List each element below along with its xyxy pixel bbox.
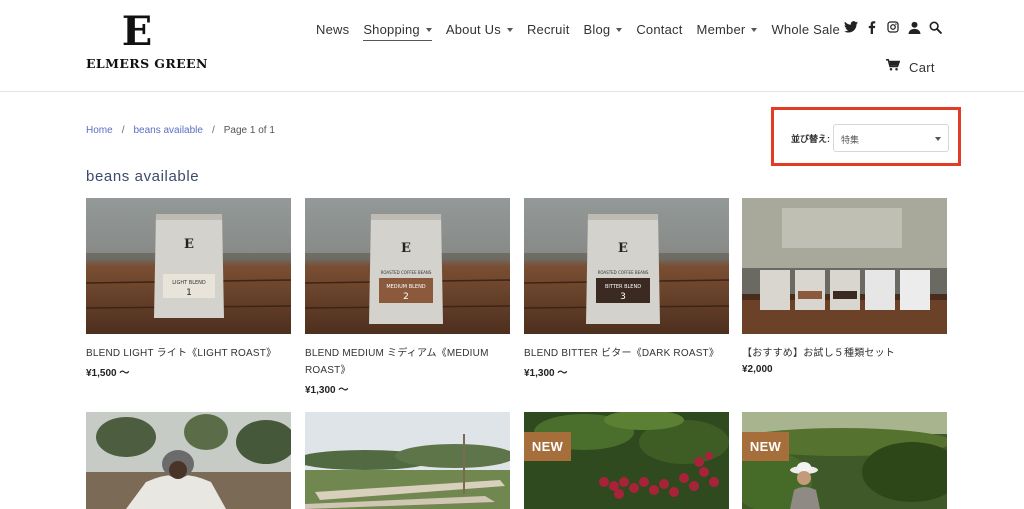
nav-item-shopping[interactable]: Shopping: [363, 18, 432, 41]
product-image[interactable]: [86, 412, 291, 509]
nav-label: News: [316, 21, 350, 37]
product-card: E ROASTED COFFEE BEANS BITTER BLEND 3 BL…: [524, 198, 729, 379]
nav-item-recruit[interactable]: Recruit: [527, 22, 570, 37]
svg-text:E: E: [184, 237, 194, 252]
svg-text:E: E: [618, 241, 628, 256]
product-card: NEW: [524, 412, 729, 509]
nav-item-about-us[interactable]: About Us: [446, 22, 513, 37]
svg-text:2: 2: [403, 292, 409, 302]
sort-highlight: 並び替え: 特集: [771, 107, 961, 166]
cart-label: Cart: [909, 59, 935, 75]
sort-value: 特集: [841, 135, 860, 145]
cart-icon: [886, 58, 901, 76]
collection-title: beans available: [86, 168, 200, 185]
chevron-down-icon: [506, 27, 513, 32]
cart-link[interactable]: Cart: [886, 58, 935, 76]
product-price: ¥1,300 ～: [524, 368, 568, 379]
chevron-down-icon: [616, 27, 623, 32]
product-card: [86, 412, 291, 509]
product-image[interactable]: NEW: [524, 412, 729, 509]
svg-text:ROASTED COFFEE BEANS: ROASTED COFFEE BEANS: [598, 270, 649, 275]
nav-label: Whole Sale: [771, 21, 840, 37]
logo-text: ELMERS GREEN: [86, 56, 208, 71]
nav-label: Shopping: [363, 21, 420, 37]
svg-text:E: E: [401, 241, 411, 256]
sort-select[interactable]: 特集: [833, 124, 949, 152]
breadcrumb-separator: /: [211, 125, 215, 136]
breadcrumb-collection[interactable]: beans available: [133, 125, 203, 136]
chevron-down-icon: [425, 27, 432, 32]
new-badge: NEW: [524, 432, 571, 461]
product-card: E LIGHT BLEND 1 BLEND LIGHT ライト《LIGHT RO…: [86, 198, 291, 379]
product-card: [305, 412, 510, 509]
sort-label: 並び替え:: [791, 134, 830, 144]
new-badge: NEW: [742, 432, 789, 461]
product-image[interactable]: [742, 198, 947, 334]
product-image[interactable]: E ROASTED COFFEE BEANS MEDIUM BLEND 2: [305, 198, 510, 334]
social-icons: [843, 19, 948, 35]
svg-text:3: 3: [620, 292, 626, 302]
product-name[interactable]: BLEND MEDIUM ミディアム《MEDIUM ROAST》: [305, 345, 510, 379]
svg-text:ROASTED COFFEE BEANS: ROASTED COFFEE BEANS: [381, 270, 432, 275]
product-card: 【おすすめ】お試し５種類セット ¥2,000: [742, 198, 947, 375]
nav-item-whole-sale[interactable]: Whole Sale: [771, 22, 839, 37]
product-image[interactable]: E LIGHT BLEND 1: [86, 198, 291, 334]
nav-label: Blog: [583, 21, 611, 37]
product-name[interactable]: BLEND LIGHT ライト《LIGHT ROAST》: [86, 345, 291, 362]
chevron-down-icon: [751, 27, 758, 32]
search-icon[interactable]: [927, 19, 943, 35]
product-card: E ROASTED COFFEE BEANS MEDIUM BLEND 2 BL…: [305, 198, 510, 396]
site-logo[interactable]: E ELMERS GREEN: [86, 10, 208, 72]
product-image[interactable]: E ROASTED COFFEE BEANS BITTER BLEND 3: [524, 198, 729, 334]
nav-item-member[interactable]: Member: [697, 22, 758, 37]
nav-item-blog[interactable]: Blog: [584, 22, 623, 37]
nav-label: Recruit: [526, 21, 570, 37]
nav-label: Member: [696, 21, 746, 37]
site-header: E ELMERS GREEN News Shopping About Us Re…: [0, 0, 1024, 92]
svg-text:MEDIUM BLEND: MEDIUM BLEND: [386, 284, 425, 290]
nav-item-news[interactable]: News: [316, 22, 349, 37]
product-image[interactable]: NEW: [742, 412, 947, 509]
product-price: ¥1,300 ～: [305, 385, 349, 396]
logo-mark: E: [121, 8, 153, 55]
product-price: ¥2,000: [742, 364, 773, 375]
main-nav: News Shopping About Us Recruit Blog Cont…: [316, 18, 854, 41]
facebook-icon[interactable]: [864, 19, 880, 35]
breadcrumb-page: Page 1 of 1: [223, 125, 275, 136]
product-name[interactable]: 【おすすめ】お試し５種類セット: [742, 345, 947, 362]
breadcrumb-separator: /: [121, 125, 125, 136]
nav-label: About Us: [445, 21, 501, 37]
nav-label: Contact: [636, 21, 683, 37]
chevron-down-icon: [935, 137, 941, 141]
nav-item-contact[interactable]: Contact: [636, 22, 682, 37]
svg-text:BITTER BLEND: BITTER BLEND: [605, 284, 641, 290]
product-name[interactable]: BLEND BITTER ビター《DARK ROAST》: [524, 345, 729, 362]
svg-text:LIGHT BLEND: LIGHT BLEND: [172, 280, 206, 286]
svg-text:1: 1: [186, 288, 192, 298]
user-icon[interactable]: [906, 19, 922, 35]
breadcrumb-home[interactable]: Home: [86, 125, 113, 136]
twitter-icon[interactable]: [843, 19, 859, 35]
product-card: NEW: [742, 412, 947, 509]
product-price: ¥1,500 ～: [86, 368, 130, 379]
product-image[interactable]: [305, 412, 510, 509]
breadcrumb: Home / beans available / Page 1 of 1: [86, 125, 275, 136]
instagram-icon[interactable]: [885, 19, 901, 35]
